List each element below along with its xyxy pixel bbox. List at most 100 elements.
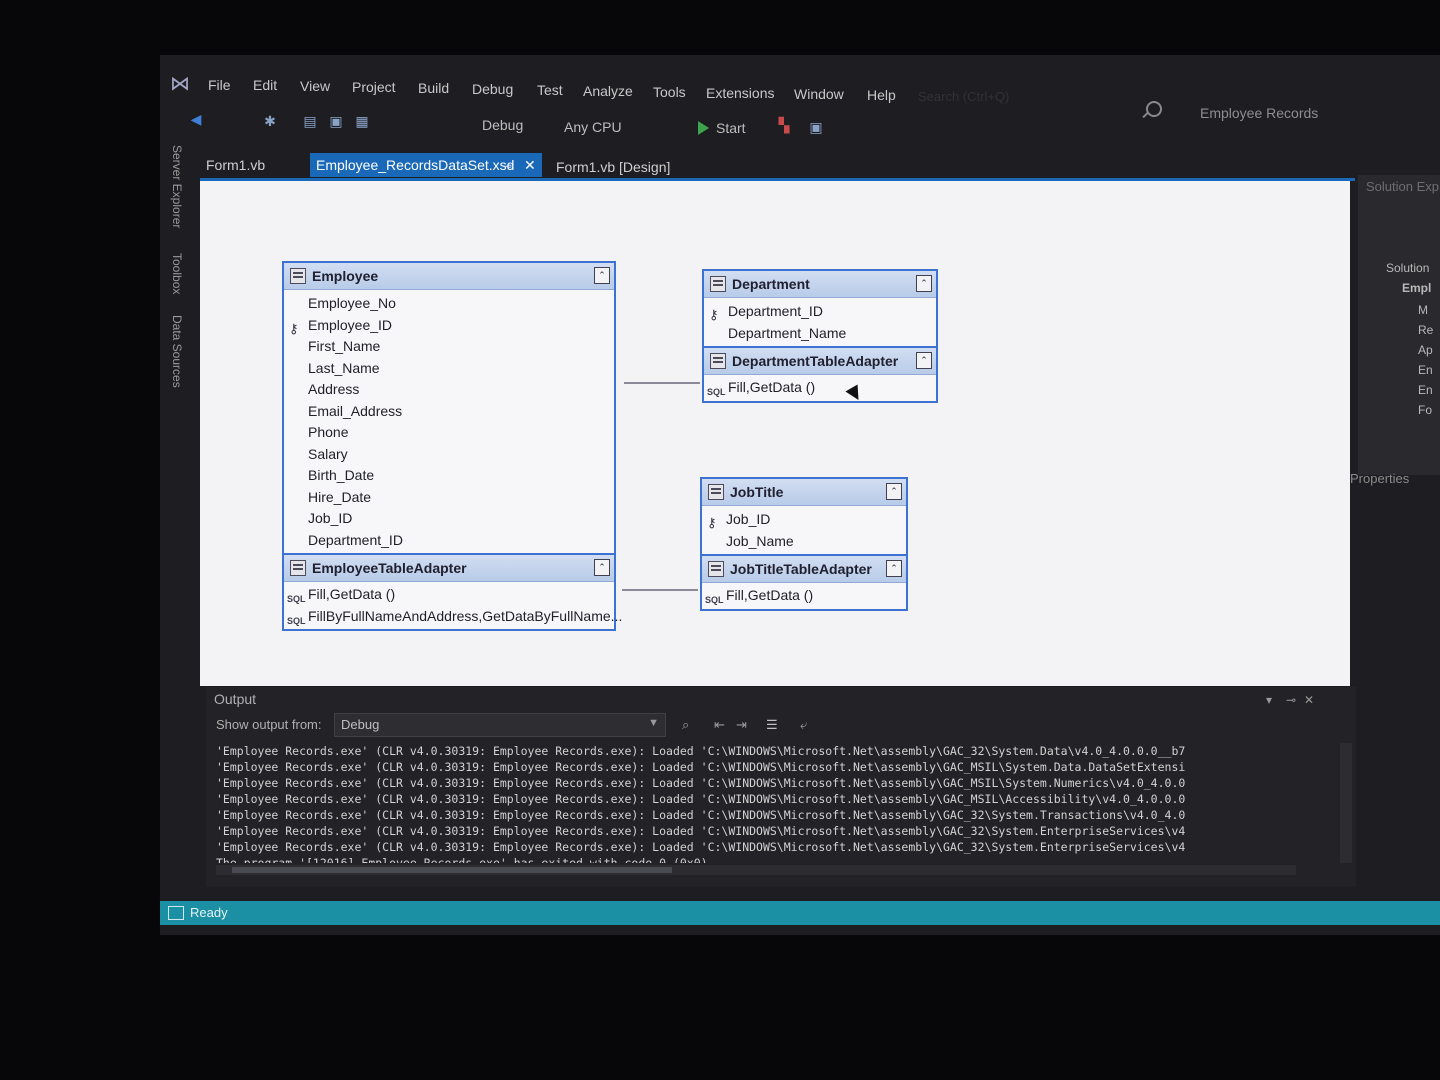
datatable-icon (708, 484, 724, 500)
prev-message-icon[interactable]: ⇤ (714, 717, 728, 732)
new-item-icon[interactable]: ✱ (262, 113, 278, 129)
column-row[interactable]: Birth_Date (284, 465, 614, 487)
data-sources-tab[interactable]: Data Sources (170, 315, 184, 388)
query-row[interactable]: SQL FillByFullNameAndAddress,GetDataByFul… (284, 606, 622, 628)
department-table-header[interactable]: Department ⌃ (704, 271, 936, 298)
department-table[interactable]: Department ⌃ ⚷ Department_ID Department_N… (702, 269, 938, 403)
menu-debug[interactable]: Debug (472, 81, 513, 97)
close-tab-icon[interactable]: ✕ (524, 157, 536, 174)
collapse-icon[interactable]: ⌃ (916, 352, 932, 369)
collapse-icon[interactable]: ⌃ (886, 560, 902, 577)
clear-all-icon[interactable]: ☰ (766, 717, 780, 732)
output-text[interactable]: 'Employee Records.exe' (CLR v4.0.30319: … (216, 743, 1316, 863)
back-icon[interactable]: ◀ (188, 111, 204, 127)
tree-item[interactable]: En (1418, 363, 1433, 377)
tree-item[interactable]: En (1418, 383, 1433, 397)
menu-project[interactable]: Project (352, 79, 396, 95)
jobtitle-table[interactable]: JobTitle ⌃ ⚷ Job_ID Job_Name JobTitleTabl… (700, 477, 908, 611)
column-row[interactable]: ⚷ Department_ID (704, 301, 936, 323)
column-row[interactable]: First_Name (284, 336, 614, 358)
column-row[interactable]: Hire_Date (284, 487, 614, 509)
menu-file[interactable]: File (208, 77, 231, 93)
pin-icon[interactable]: ⊸ (502, 159, 512, 173)
column-row[interactable]: Last_Name (284, 358, 614, 380)
column-row[interactable]: Salary (284, 444, 614, 466)
column-row[interactable]: ⚷ Job_ID (702, 509, 906, 531)
save-all-icon[interactable]: ▦ (354, 113, 370, 129)
next-message-icon[interactable]: ⇥ (736, 717, 750, 732)
platform-select[interactable]: Any CPU (564, 119, 622, 135)
column-row[interactable]: Department_ID (284, 530, 614, 552)
jobtitle-adapter-header[interactable]: JobTitleTableAdapter ⌃ (702, 554, 906, 583)
menu-tools[interactable]: Tools (653, 84, 686, 100)
word-wrap-icon[interactable]: ⤶ (800, 717, 814, 732)
horizontal-scrollbar[interactable] (216, 865, 1296, 875)
start-icon[interactable] (698, 121, 709, 135)
browser-link-icon[interactable]: ▚ (776, 117, 792, 133)
jobtitle-table-title: JobTitle (730, 484, 784, 500)
solution-node[interactable]: Solution (1386, 261, 1429, 275)
column-row[interactable]: ⚷ Employee_ID (284, 315, 614, 337)
open-file-icon[interactable]: ▤ (302, 113, 318, 129)
toolbox-tab[interactable]: Toolbox (170, 253, 184, 294)
jobtitle-table-header[interactable]: JobTitle ⌃ (702, 479, 906, 506)
menu-view[interactable]: View (300, 78, 330, 94)
department-adapter-header[interactable]: DepartmentTableAdapter ⌃ (704, 346, 936, 375)
column-row[interactable]: Address (284, 379, 614, 401)
dataset-designer-canvas[interactable]: Employee ⌃ Employee_No ⚷ Employee_ID Firs… (200, 181, 1350, 686)
tree-item[interactable]: M (1418, 303, 1428, 317)
project-node[interactable]: Empl (1402, 281, 1431, 295)
tree-item[interactable]: Ap (1418, 343, 1433, 357)
menu-test[interactable]: Test (537, 82, 563, 98)
query-name: Fill,GetData () (308, 586, 396, 602)
side-tool-strip: Server Explorer Toolbox Data Sources (170, 145, 194, 565)
column-row[interactable]: Email_Address (284, 401, 614, 423)
query-row[interactable]: SQL Fill,GetData () (702, 585, 906, 607)
column-row[interactable]: Job_ID (284, 508, 614, 530)
designer-icon[interactable]: ▣ (808, 119, 824, 135)
menu-extensions[interactable]: Extensions (706, 85, 774, 101)
menu-analyze[interactable]: Analyze (583, 83, 633, 99)
column-row[interactable]: Department_Name (704, 323, 936, 345)
tab-form1-vb[interactable]: Form1.vb (200, 153, 271, 177)
pin-icon[interactable]: ⊸ (1286, 693, 1296, 707)
output-title: Output (214, 691, 257, 707)
collapse-icon[interactable]: ⌃ (594, 267, 610, 284)
employee-adapter-header[interactable]: EmployeeTableAdapter ⌃ (284, 553, 614, 582)
close-icon[interactable]: ✕ (1304, 693, 1314, 707)
query-row[interactable]: SQL Fill,GetData () (704, 377, 936, 399)
column-name: Job_ID (726, 511, 771, 527)
output-line: 'Employee Records.exe' (CLR v4.0.30319: … (216, 776, 1186, 790)
tree-item[interactable]: Fo (1418, 403, 1432, 417)
menu-edit[interactable]: Edit (253, 77, 277, 93)
employee-table-header[interactable]: Employee ⌃ (284, 263, 614, 290)
column-row[interactable]: Phone (284, 422, 614, 444)
employee-table[interactable]: Employee ⌃ Employee_No ⚷ Employee_ID Firs… (282, 261, 622, 631)
scrollbar-thumb[interactable] (232, 867, 672, 873)
tree-item[interactable]: Re (1418, 323, 1433, 337)
column-row[interactable]: Job_Name (702, 531, 906, 553)
menu-build[interactable]: Build (418, 80, 449, 96)
tab-form1-design[interactable]: Form1.vb [Design] (550, 155, 676, 179)
query-row[interactable]: SQL Fill,GetData () (284, 584, 614, 606)
server-explorer-tab[interactable]: Server Explorer (170, 145, 184, 228)
relation-line-jobtitle[interactable] (622, 589, 698, 591)
relation-line-department[interactable] (624, 382, 700, 384)
find-message-icon[interactable]: ⌕ (682, 717, 696, 732)
start-button[interactable]: Start (716, 120, 746, 136)
output-source-select[interactable]: Debug ▼ (334, 713, 666, 737)
save-icon[interactable]: ▣ (328, 113, 344, 129)
column-row[interactable]: Employee_No (284, 293, 614, 315)
window-menu-icon[interactable]: ▾ (1266, 693, 1272, 707)
collapse-icon[interactable]: ⌃ (594, 559, 610, 576)
collapse-icon[interactable]: ⌃ (916, 275, 932, 292)
menu-window[interactable]: Window (794, 86, 844, 102)
solution-config-select[interactable]: Debug (482, 117, 523, 133)
collapse-icon[interactable]: ⌃ (886, 483, 902, 500)
employee-columns: Employee_No ⚷ Employee_ID First_Name Last… (284, 290, 614, 553)
search-input[interactable]: Search (Ctrl+Q) (918, 89, 1009, 104)
show-output-from-label: Show output from: (216, 717, 322, 732)
menu-help[interactable]: Help (867, 87, 896, 103)
vertical-scrollbar[interactable] (1340, 743, 1352, 863)
table-adapter-icon (710, 353, 726, 369)
